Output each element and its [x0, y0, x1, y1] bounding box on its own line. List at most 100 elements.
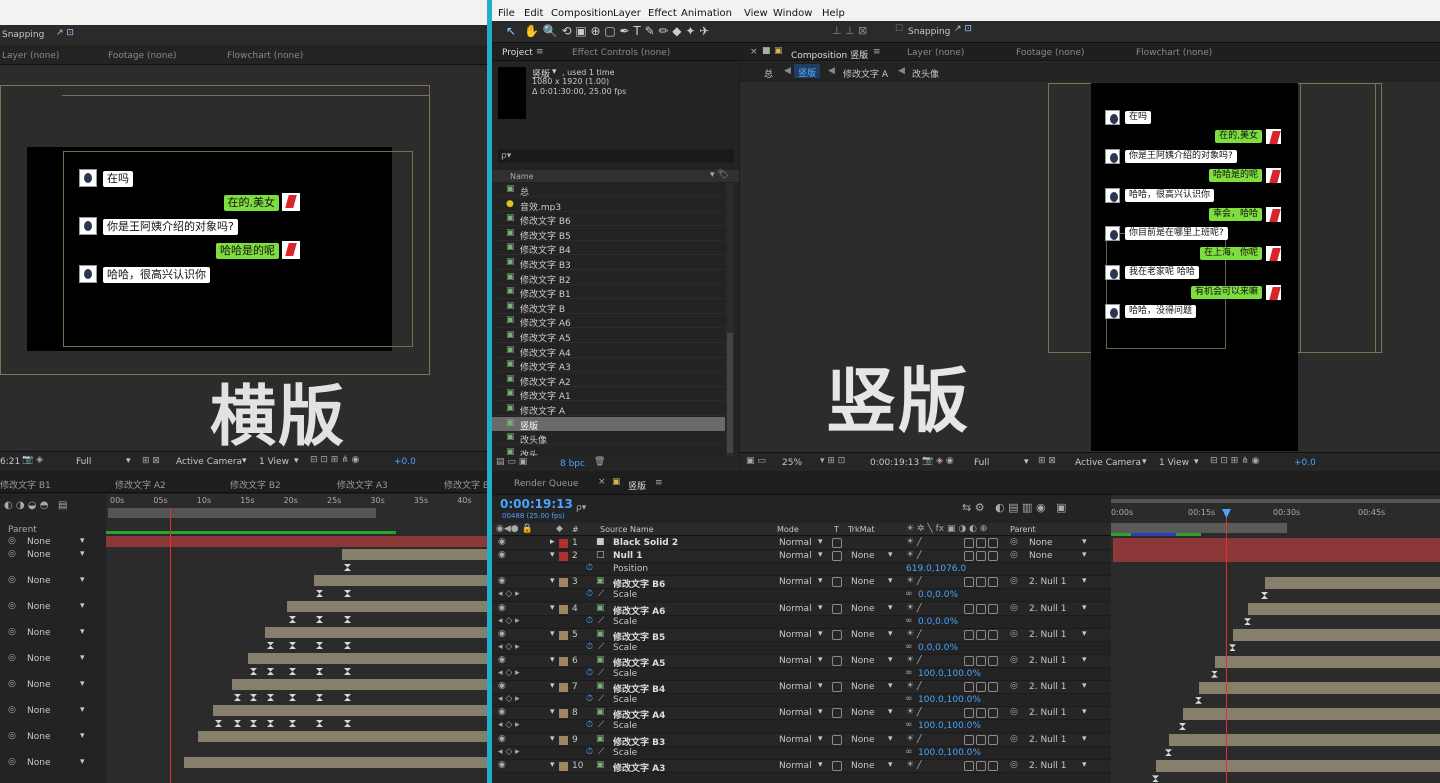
left-tab-a3[interactable]: 修改文字 A3	[337, 478, 388, 491]
dropdown-arrow-icon[interactable]: ▾	[1082, 760, 1087, 770]
layer-bar[interactable]	[1265, 577, 1440, 589]
expand-icon[interactable]: ▾	[550, 629, 555, 639]
stopwatch-icon[interactable]: ⏱	[586, 589, 593, 599]
layer-name[interactable]: 修改文字 B5	[613, 630, 665, 641]
keyframe-icon[interactable]	[289, 642, 296, 649]
pick-whip-icon[interactable]: ◎	[1010, 629, 1018, 639]
dropdown-arrow-icon[interactable]: ▾	[888, 760, 893, 770]
expand-icon[interactable]: ▸	[550, 537, 555, 547]
pick-whip-icon[interactable]: ◎	[8, 627, 16, 637]
switch-box[interactable]	[976, 655, 986, 666]
left-snapshot-icon[interactable]: 📷 ◈	[22, 455, 43, 465]
layer-name[interactable]: 修改文字 B4	[613, 682, 665, 693]
trkmat-dropdown[interactable]: None	[851, 682, 874, 692]
switch-box[interactable]	[964, 734, 974, 745]
layer-switch-icons[interactable]: ☀ ╱	[906, 576, 922, 586]
tab-effect-controls[interactable]: Effect Controls (none)	[572, 48, 670, 58]
layer-switch-icons[interactable]: ☀ ╱	[906, 760, 922, 770]
menu-item[interactable]: Composition	[551, 8, 613, 19]
blend-mode-dropdown[interactable]: Normal	[779, 538, 812, 548]
label-color-swatch[interactable]	[559, 761, 568, 771]
project-item[interactable]: ▣ 改头...	[492, 446, 725, 456]
comp-views[interactable]: 1 View	[1159, 458, 1189, 468]
switch-box[interactable]	[988, 682, 998, 693]
graph-icon[interactable]: ⟋	[598, 589, 604, 599]
pick-whip-icon[interactable]: ◎	[1010, 576, 1018, 586]
col-source-name[interactable]: Source Name	[600, 525, 654, 534]
close-icon[interactable]: ×	[598, 477, 606, 487]
menu-item[interactable]: Window	[773, 8, 812, 19]
blend-mode-dropdown[interactable]: Normal	[779, 708, 812, 718]
pick-whip-icon[interactable]: ◎	[8, 731, 16, 741]
project-item[interactable]: ▣ 修改文字 A	[492, 402, 725, 416]
tab-flowchart[interactable]: Flowchart (none)	[227, 51, 303, 61]
keyframe-icon[interactable]	[289, 694, 296, 701]
dropdown-arrow-icon[interactable]: ▾	[1082, 734, 1087, 744]
comp-resolution[interactable]: Full	[974, 458, 989, 468]
layer-bar[interactable]	[213, 705, 487, 716]
link-icon[interactable]: ∞	[905, 720, 913, 730]
pick-whip-icon[interactable]: ◎	[1010, 550, 1018, 560]
keyframe-icon[interactable]	[1261, 592, 1268, 599]
layer-bar[interactable]	[342, 549, 487, 560]
comp-camera-dropdown-icon[interactable]: ▾	[1142, 457, 1147, 467]
dropdown-arrow-icon[interactable]: ▾	[1082, 629, 1087, 639]
layer-bar[interactable]	[287, 601, 487, 612]
trkmat-dropdown[interactable]: None	[851, 577, 874, 587]
menu-item[interactable]: View	[744, 8, 768, 19]
project-item[interactable]: ▣ 修改文字 B2	[492, 271, 725, 285]
link-icon[interactable]: ∞	[905, 616, 913, 626]
keyframe-icon[interactable]	[316, 590, 323, 597]
left-grid-icon[interactable]: ⊞ ⊠	[142, 456, 160, 466]
keyframe-navigator-icon[interactable]: ◂ ◇ ▸	[498, 642, 520, 652]
parent-dropdown[interactable]: None	[27, 758, 50, 768]
project-scroll-thumb[interactable]	[727, 333, 733, 453]
visibility-icon[interactable]: ◉	[498, 734, 506, 744]
switch-box[interactable]	[988, 708, 998, 719]
keyframe-icon[interactable]	[344, 564, 351, 571]
visibility-icon[interactable]: ◉	[498, 576, 506, 586]
dropdown-arrow-icon[interactable]: ▾	[1082, 681, 1087, 691]
layer-row[interactable]: ◉ ▾ 9 ▣ 修改文字 B3 Normal ▾ None ▾ ☀ ╱ ◎ 2. Null 1 ▾	[492, 733, 1111, 747]
dropdown-arrow-icon[interactable]: ▾	[1082, 603, 1087, 613]
comp-resolution-dropdown-icon[interactable]: ▾	[1024, 457, 1029, 467]
parent-dropdown[interactable]: 2. Null 1	[1029, 656, 1066, 666]
switch-box[interactable]	[988, 551, 998, 562]
blend-mode-dropdown[interactable]: Normal	[779, 630, 812, 640]
property-row[interactable]: ◂ ◇ ▸ ⏱ ⟋ Scale ∞ 100.0,100.0%	[492, 668, 1111, 681]
menu-item[interactable]: Animation	[681, 8, 732, 19]
layer-bar[interactable]	[1156, 760, 1440, 773]
project-item[interactable]: ▣ 修改文字 A1	[492, 387, 725, 402]
stopwatch-icon[interactable]: ⏱	[586, 747, 593, 757]
tab-composition[interactable]: Composition 竖版	[791, 48, 868, 61]
keyframe-icon[interactable]	[1211, 670, 1218, 678]
dropdown-arrow-icon[interactable]: ▾	[80, 536, 85, 546]
left-work-area[interactable]	[108, 508, 376, 518]
project-item[interactable]: ▣ 竖版	[492, 416, 725, 431]
col-mode[interactable]: Mode	[777, 525, 799, 534]
dropdown-arrow-icon[interactable]: ▾	[1082, 655, 1087, 665]
preserve-transparency-checkbox[interactable]	[832, 577, 842, 588]
menu-item[interactable]: Effect	[648, 8, 677, 19]
layer-name[interactable]: 修改文字 A3	[613, 761, 665, 772]
keyframe-icon[interactable]	[316, 642, 323, 649]
project-scrollbar[interactable]	[726, 183, 734, 456]
blend-mode-dropdown[interactable]: Normal	[779, 551, 812, 561]
switch-box[interactable]	[964, 577, 974, 588]
col-parent[interactable]: Parent	[1010, 525, 1036, 534]
blend-mode-dropdown[interactable]: Normal	[779, 656, 812, 666]
label-color-swatch[interactable]	[559, 735, 568, 745]
tab-render-queue[interactable]: Render Queue	[514, 479, 578, 489]
link-icon[interactable]: ∞	[905, 642, 913, 652]
expand-icon[interactable]: ▾	[550, 760, 555, 770]
property-value[interactable]: 100.0,100.0%	[918, 748, 981, 758]
project-item[interactable]: ▣ 修改文字 B4	[492, 241, 725, 256]
keyframe-icon[interactable]	[250, 668, 257, 675]
switch-box[interactable]	[964, 603, 974, 614]
left-timeline-switches-icon[interactable]: ◐ ◑ ◒ ◓ ▤	[4, 500, 67, 511]
snapping-checkbox[interactable]: ☐	[895, 24, 903, 34]
parent-dropdown[interactable]: 2. Null 1	[1029, 604, 1066, 614]
dropdown-arrow-icon[interactable]: ▾	[888, 603, 893, 613]
graph-icon[interactable]: ⟋	[598, 616, 604, 626]
graph-icon[interactable]: ⟋	[598, 747, 604, 757]
